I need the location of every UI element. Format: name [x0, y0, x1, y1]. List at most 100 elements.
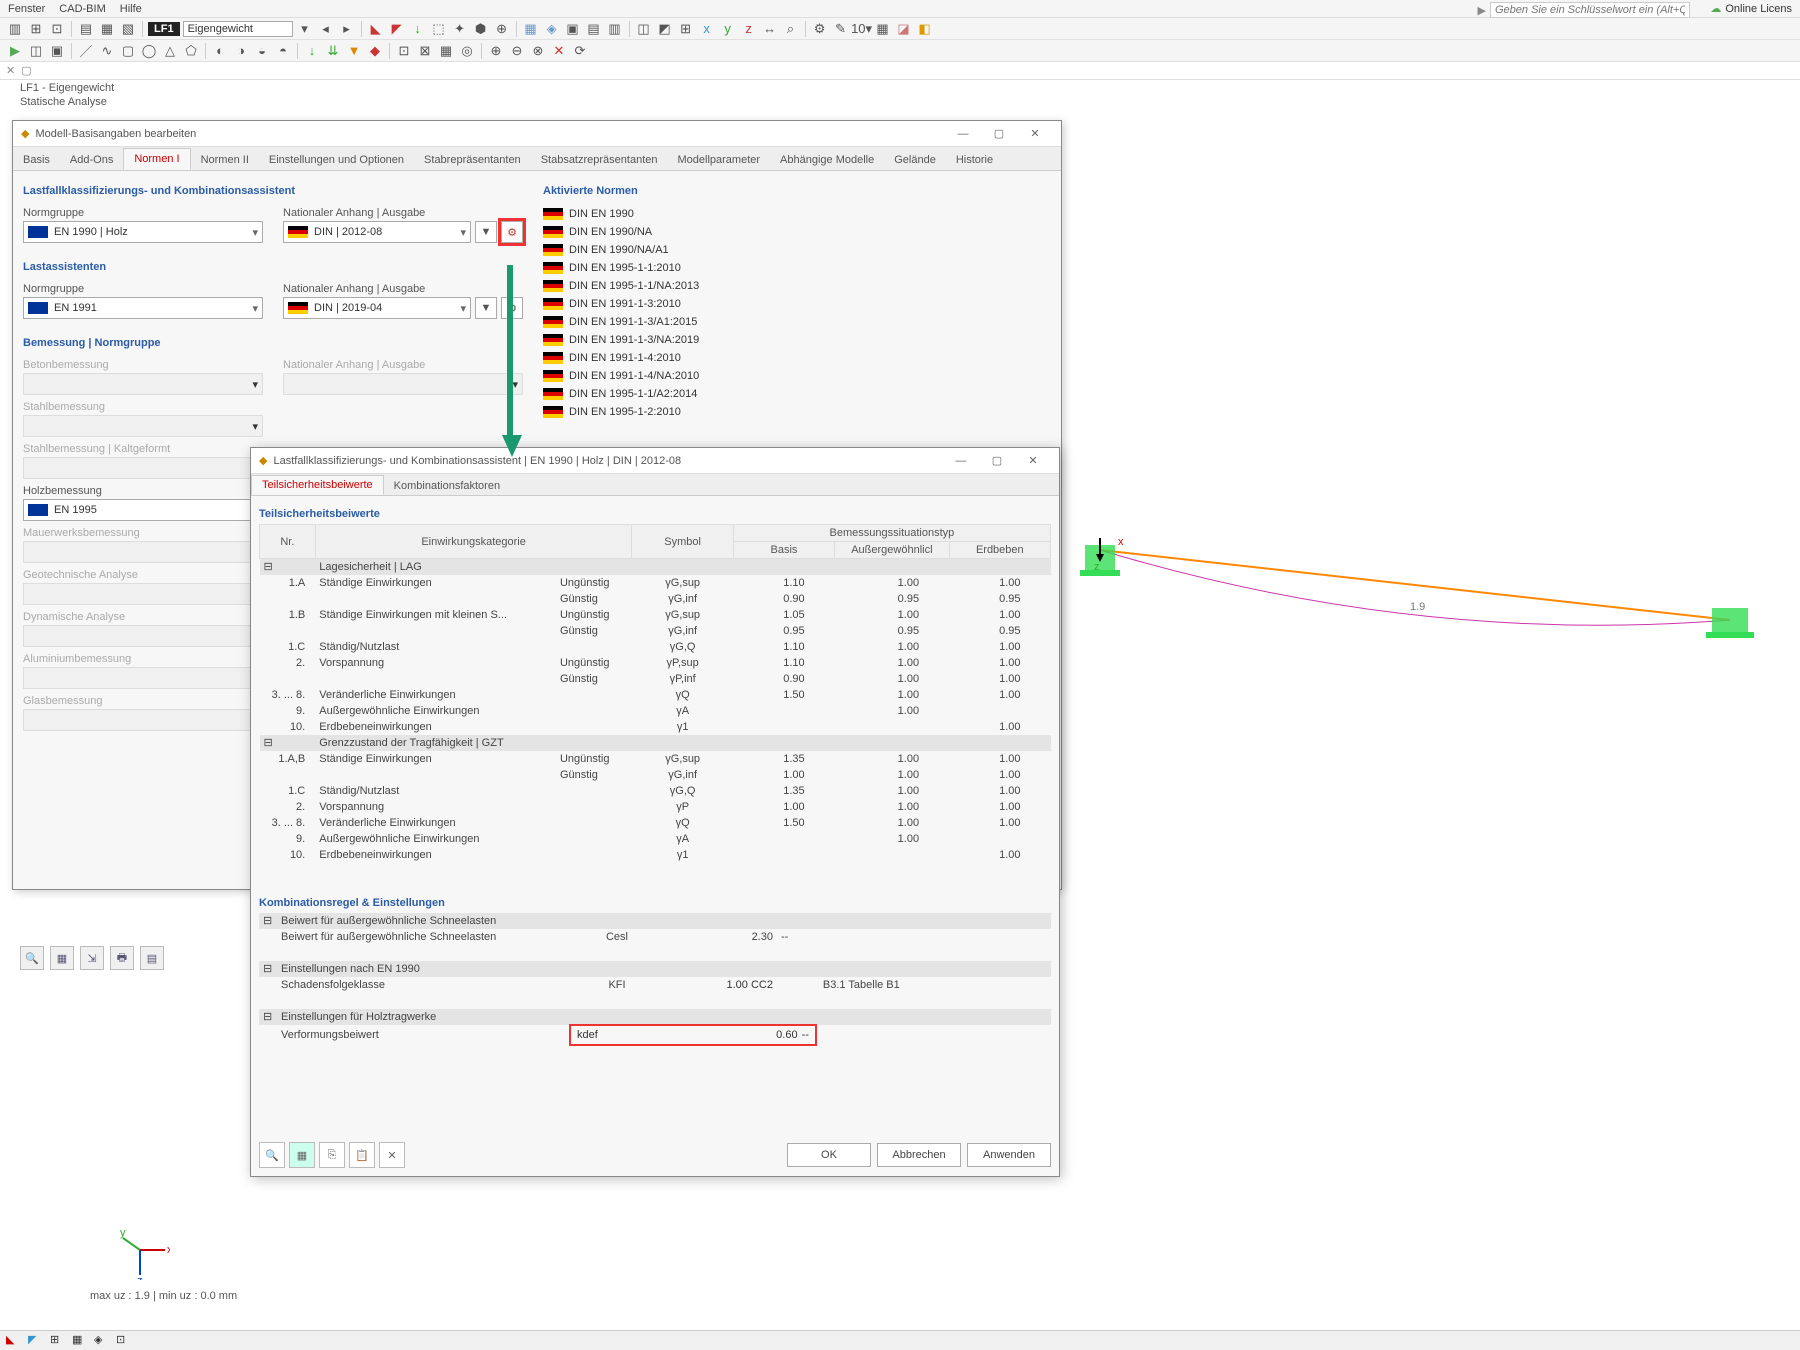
tool-icon[interactable]: x — [698, 20, 716, 38]
prev-icon[interactable]: ◂ — [317, 20, 335, 38]
table-row[interactable]: GünstigγG,inf1.001.001.00 — [260, 767, 1051, 783]
tool-icon[interactable]: ⚙ — [811, 20, 829, 38]
tool-icon[interactable]: ◓ — [274, 42, 292, 60]
status-icon[interactable]: ◤ — [28, 1333, 44, 1349]
tab-abhaengige[interactable]: Abhängige Modelle — [770, 150, 884, 170]
table-row[interactable]: GünstigγG,inf0.900.950.95 — [260, 591, 1051, 607]
next-icon[interactable]: ▸ — [338, 20, 356, 38]
dropdown-icon[interactable]: ▾ — [296, 20, 314, 38]
tool-icon[interactable]: ◪ — [895, 20, 913, 38]
table-row[interactable]: 1.CStändig/NutzlastγG,Q1.101.001.00 — [260, 639, 1051, 655]
tool-icon[interactable]: ▼ — [345, 42, 363, 60]
table-row[interactable]: 2.VorspannungγP1.001.001.00 — [260, 799, 1051, 815]
status-icon[interactable]: ◣ — [6, 1333, 22, 1349]
status-icon[interactable]: ⊞ — [50, 1333, 66, 1349]
tool-icon[interactable]: ▦ — [522, 20, 540, 38]
menu-fenster[interactable]: Fenster — [8, 3, 45, 15]
tool-icon[interactable]: ⇊ — [324, 42, 342, 60]
table-row[interactable]: 9.Außergewöhnliche EinwirkungenγA1.00 — [260, 831, 1051, 847]
norm-item[interactable]: DIN EN 1991-1-4:2010 — [543, 349, 1051, 367]
online-license[interactable]: ☁ Online Licens — [1710, 2, 1792, 15]
norm-item[interactable]: DIN EN 1991-1-4/NA:2010 — [543, 367, 1051, 385]
norm-item[interactable]: DIN EN 1995-1-1:2010 — [543, 259, 1051, 277]
tool-icon[interactable]: ↔ — [761, 20, 779, 38]
tool-icon[interactable]: ▤ — [77, 20, 95, 38]
tool-icon[interactable]: ▦ — [874, 20, 892, 38]
tool-icon[interactable]: ▦ — [437, 42, 455, 60]
tool-icon[interactable]: ⊡ — [48, 20, 66, 38]
doc-restore-icon[interactable]: ▢ — [21, 64, 31, 77]
minimize-button[interactable]: — — [945, 128, 981, 140]
norm-item[interactable]: DIN EN 1991-1-3:2010 — [543, 295, 1051, 313]
norm-item[interactable]: DIN EN 1990/NA/A1 — [543, 241, 1051, 259]
tool-icon[interactable]: ⬚ — [430, 20, 448, 38]
combo-anhang[interactable]: DIN | 2012-08 ▾ — [283, 221, 471, 243]
tab-kombifaktoren[interactable]: Kombinationsfaktoren — [384, 477, 510, 495]
tab-historie[interactable]: Historie — [946, 150, 1003, 170]
combo-last-anhang[interactable]: DIN | 2019-04 ▾ — [283, 297, 471, 319]
tool-icon[interactable]: z — [740, 20, 758, 38]
table-row[interactable]: 10.Erdbebeneinwirkungenγ11.00 — [260, 847, 1051, 863]
tool-icon[interactable]: ⊕ — [487, 42, 505, 60]
tool-icon[interactable]: ／ — [77, 42, 95, 60]
tab-stabrep[interactable]: Stabrepräsentanten — [414, 150, 531, 170]
dialog1-titlebar[interactable]: ◆ Modell-Basisangaben bearbeiten — ▢ ✕ — [13, 121, 1061, 147]
tool-icon[interactable]: ◒ — [253, 42, 271, 60]
norm-item[interactable]: DIN EN 1991-1-3/NA:2019 — [543, 331, 1051, 349]
tool-icon[interactable]: ◩ — [656, 20, 674, 38]
tool-icon[interactable]: ↓ — [409, 20, 427, 38]
table-row[interactable]: 9.Außergewöhnliche EinwirkungenγA1.00 — [260, 703, 1051, 719]
settings-table[interactable]: ⊟Beiwert für außergewöhnliche Schneelast… — [259, 913, 1051, 1045]
tab-modellparam[interactable]: Modellparameter — [668, 150, 771, 170]
tool-icon[interactable]: 10▾ — [853, 20, 871, 38]
tool-icon[interactable]: ◎ — [458, 42, 476, 60]
list-tool-icon[interactable]: ▤ — [140, 946, 164, 970]
tab-gelaende[interactable]: Gelände — [884, 150, 946, 170]
tree-tool-icon[interactable]: ▦ — [50, 946, 74, 970]
table-row[interactable]: 10.Erdbebeneinwirkungenγ11.00 — [260, 719, 1051, 735]
settings-button[interactable]: ⚙ — [501, 221, 523, 243]
tool-icon[interactable]: y — [719, 20, 737, 38]
filter-button[interactable]: ▼ — [475, 221, 497, 243]
tool-icon[interactable]: ◧ — [916, 20, 934, 38]
keyword-input[interactable] — [1490, 2, 1690, 18]
combo-normgruppe[interactable]: EN 1990 | Holz ▾ — [23, 221, 263, 243]
tool-icon[interactable]: ✦ — [451, 20, 469, 38]
tool-icon[interactable]: ◆ — [366, 42, 384, 60]
menu-hilfe[interactable]: Hilfe — [120, 3, 142, 15]
close-button[interactable]: ✕ — [1015, 454, 1051, 467]
copy-icon[interactable]: ⎘ — [319, 1142, 345, 1168]
minimize-button[interactable]: — — [943, 455, 979, 467]
tool-icon[interactable]: ✕ — [550, 42, 568, 60]
export-tool-icon[interactable]: ⇲ — [80, 946, 104, 970]
close-button[interactable]: ✕ — [1017, 127, 1053, 140]
status-icon[interactable]: ▦ — [72, 1333, 88, 1349]
doc-close-icon[interactable]: ✕ — [6, 64, 15, 77]
tool-icon[interactable]: ⊞ — [27, 20, 45, 38]
tab-normen2[interactable]: Normen II — [191, 150, 259, 170]
kdef-field-highlighted[interactable]: kdef 0.60 -- — [571, 1026, 815, 1044]
table-row[interactable]: 2.VorspannungUngünstigγP,sup1.101.001.00 — [260, 655, 1051, 671]
cancel-button[interactable]: Abbrechen — [877, 1143, 961, 1167]
tool-icon[interactable]: ▶ — [6, 42, 24, 60]
tool-icon[interactable]: ◫ — [635, 20, 653, 38]
tool-icon[interactable]: ◯ — [140, 42, 158, 60]
table-row[interactable]: 1.AStändige EinwirkungenUngünstigγG,sup1… — [260, 575, 1051, 591]
tab-basis[interactable]: Basis — [13, 150, 60, 170]
tab-stabsatzrep[interactable]: Stabsatzrepräsentanten — [531, 150, 668, 170]
tool-icon[interactable]: ◫ — [27, 42, 45, 60]
tab-teilsicherheit[interactable]: Teilsicherheitsbeiwerte — [251, 475, 384, 495]
filter-button[interactable]: ▼ — [475, 297, 497, 319]
dialog2-titlebar[interactable]: ◆ Lastfallklassifizierungs- und Kombinat… — [251, 448, 1059, 474]
norm-item[interactable]: DIN EN 1995-1-2:2010 — [543, 403, 1051, 421]
tool-icon[interactable]: ◐ — [211, 42, 229, 60]
tab-einstellungen[interactable]: Einstellungen und Optionen — [259, 150, 414, 170]
tool-icon[interactable]: ▤ — [585, 20, 603, 38]
table-row[interactable]: 1.CStändig/NutzlastγG,Q1.351.001.00 — [260, 783, 1051, 799]
tool-icon[interactable]: ▣ — [564, 20, 582, 38]
norm-item[interactable]: DIN EN 1990 — [543, 205, 1051, 223]
table-row[interactable]: 1.A,BStändige EinwirkungenUngünstigγG,su… — [260, 751, 1051, 767]
tool-icon[interactable]: ⊡ — [395, 42, 413, 60]
tool-icon[interactable]: ⟳ — [571, 42, 589, 60]
tool-icon[interactable]: ▥ — [606, 20, 624, 38]
